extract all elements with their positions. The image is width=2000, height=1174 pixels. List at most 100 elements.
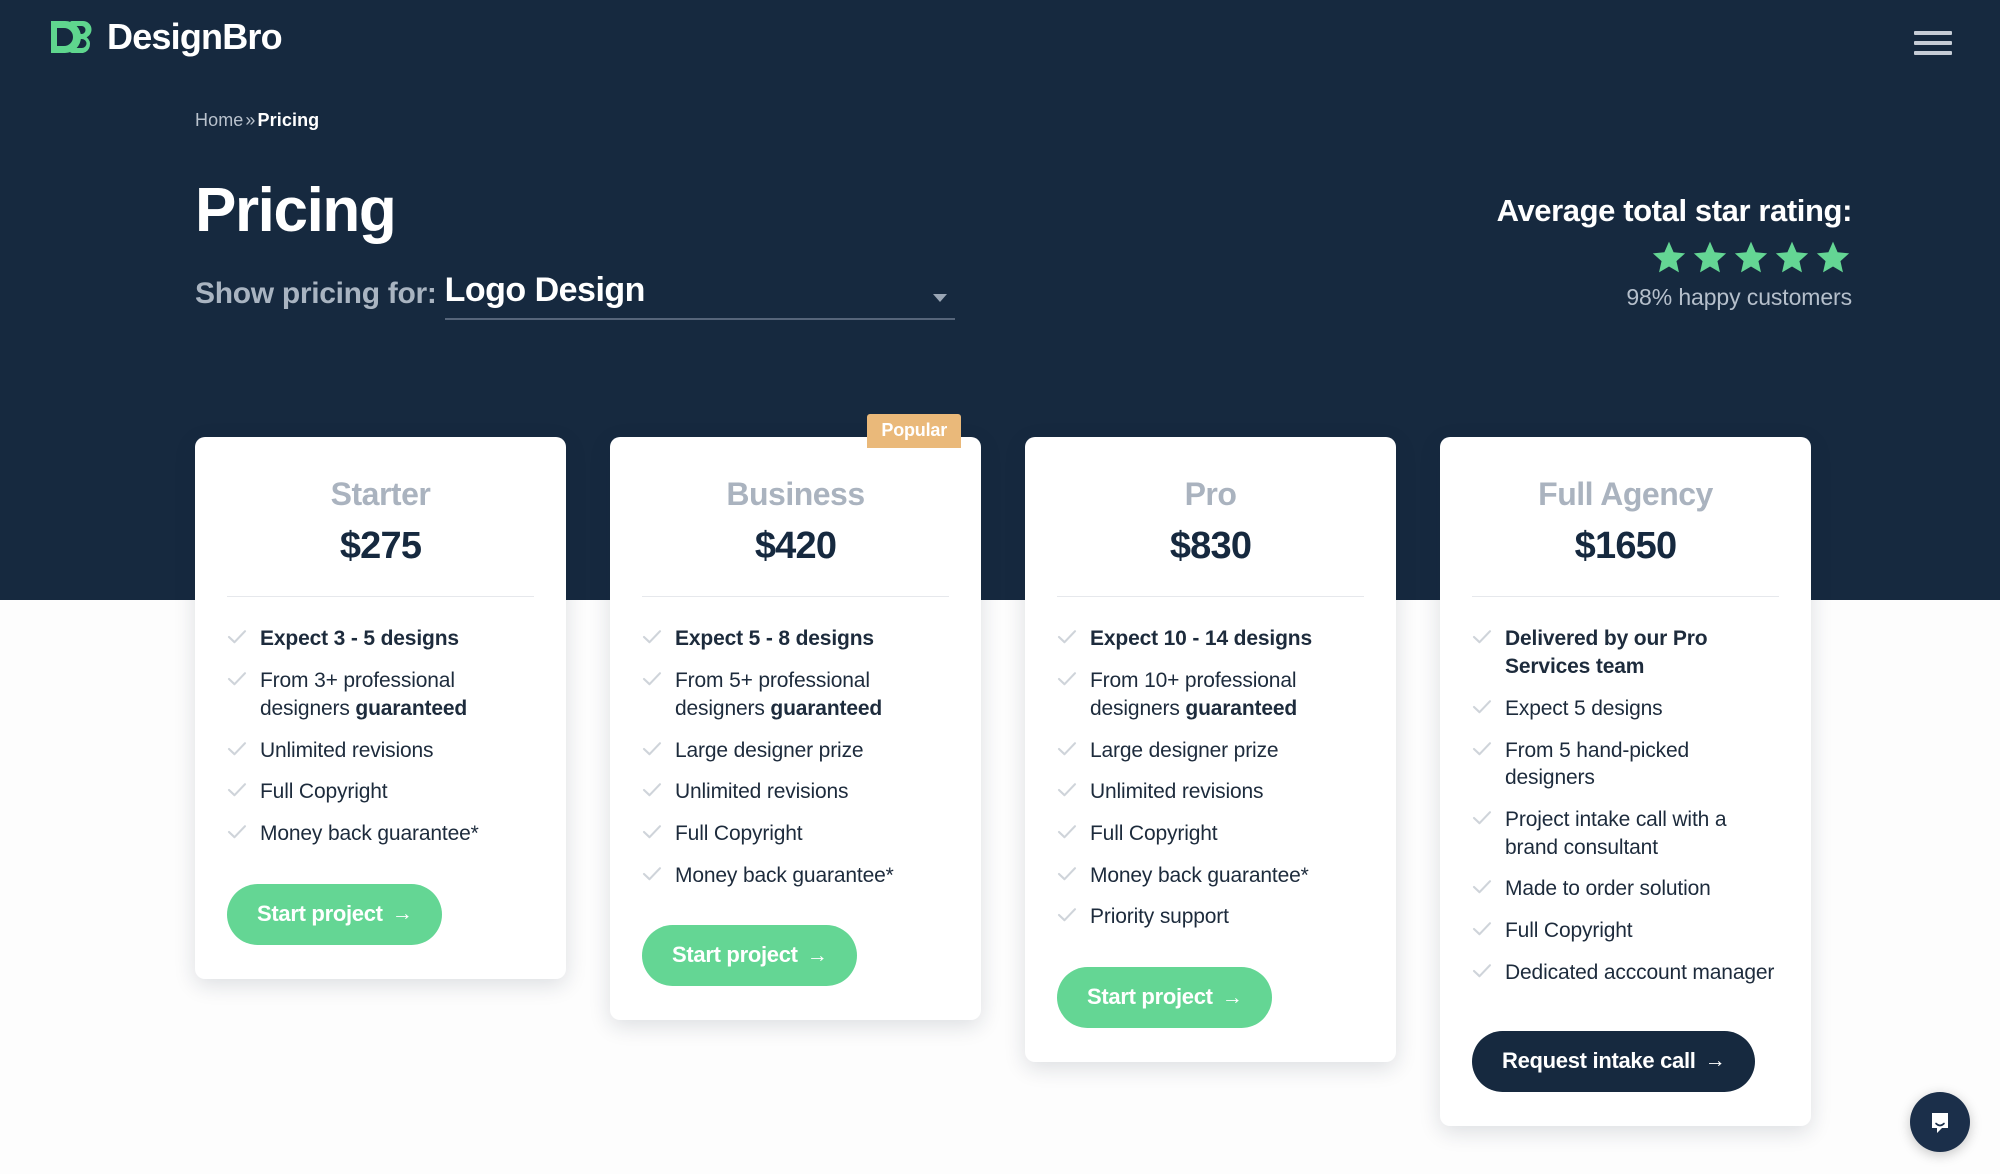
feature-list: Expect 5 - 8 designs From 5+ professional… <box>642 625 949 889</box>
feature-text: Large designer prize <box>1090 738 1279 762</box>
check-icon-wrap <box>1057 671 1077 692</box>
feature-list: Expect 10 - 14 designs From 10+ professio… <box>1057 625 1364 931</box>
feature-text: Dedicated acccount manager <box>1505 960 1775 984</box>
star-icon <box>1652 241 1686 273</box>
pricing-card: Pro $830 Expect 10 - 14 designs From 10+ pr… <box>1025 437 1396 1063</box>
feature-item: Large designer prize <box>642 737 949 765</box>
star-rating <box>1497 239 1852 274</box>
check-icon <box>1472 922 1492 936</box>
card-divider <box>1057 596 1364 598</box>
hero-left-column: Pricing Show pricing for: Logo Design <box>195 178 955 321</box>
feature-text: Expect 5 - 8 designs <box>675 627 874 651</box>
check-icon-wrap <box>1057 629 1077 650</box>
pricing-cards: Starter $275 Expect 3 - 5 designs From 3+ p… <box>195 414 1811 1126</box>
hamburger-menu-icon[interactable] <box>1914 28 1952 58</box>
feature-item: Unlimited revisions <box>1057 778 1364 806</box>
feature-item: Full Copyright <box>1057 820 1364 848</box>
check-icon <box>1472 811 1492 825</box>
check-icon-wrap <box>642 629 662 650</box>
check-icon-wrap <box>1472 629 1492 650</box>
feature-text: Unlimited revisions <box>260 738 434 762</box>
pricing-card: Starter $275 Expect 3 - 5 designs From 3+ p… <box>195 437 566 979</box>
feature-text: Expect 3 - 5 designs <box>260 627 459 651</box>
check-icon <box>1057 866 1077 880</box>
check-icon-wrap <box>227 629 247 650</box>
check-icon-wrap <box>642 782 662 803</box>
feature-item: Expect 10 - 14 designs <box>1057 625 1364 653</box>
plan-cta-button[interactable]: Start project → <box>642 925 858 987</box>
card-divider <box>227 596 534 598</box>
plan-cta-button[interactable]: Request intake call → <box>1472 1030 1756 1092</box>
card-divider <box>1472 596 1779 598</box>
check-icon-wrap <box>1472 699 1492 720</box>
pricing-service-selector: Show pricing for: Logo Design <box>195 271 955 321</box>
feature-item: Full Copyright <box>227 778 534 806</box>
check-icon <box>1472 741 1492 755</box>
plan-cta-button[interactable]: Start project → <box>1057 967 1273 1029</box>
rating-subtitle: 98% happy customers <box>1626 284 1852 310</box>
feature-item: From 10+ professional designers guarante… <box>1057 667 1364 722</box>
check-icon-wrap <box>642 866 662 887</box>
chat-launcher-button[interactable] <box>1910 1092 1970 1152</box>
plan-cta-button[interactable]: Start project → <box>227 883 443 945</box>
feature-item: From 5+ professional designers guarantee… <box>642 667 949 722</box>
check-icon-wrap <box>227 741 247 762</box>
pricing-card: Popular Business $420 Expect 5 - 8 designs F… <box>610 414 981 1021</box>
brand-logo[interactable]: DesignBro <box>48 17 283 57</box>
feature-text: Large designer prize <box>675 738 864 762</box>
arrow-right-icon: → <box>1704 1049 1726 1073</box>
feature-item: Delivered by our Pro Services team <box>1472 625 1779 680</box>
check-icon <box>1057 741 1077 755</box>
feature-text: From 10+ professional designers guarante… <box>1090 669 1298 720</box>
feature-text: Expect 10 - 14 designs <box>1090 627 1312 651</box>
check-icon <box>1057 908 1077 922</box>
feature-text: Money back guarantee* <box>1090 863 1309 887</box>
star-icon <box>1693 241 1727 273</box>
plan-price: $420 <box>754 525 837 568</box>
feature-item: Expect 5 designs <box>1472 695 1779 723</box>
plan-name: Full Agency <box>1538 476 1713 512</box>
check-icon <box>1472 880 1492 894</box>
check-icon-wrap <box>227 824 247 845</box>
breadcrumb-home-link[interactable]: Home <box>195 110 243 130</box>
feature-text: Unlimited revisions <box>1090 780 1264 804</box>
breadcrumb-current: Pricing <box>257 110 320 130</box>
check-icon-wrap <box>1472 921 1492 942</box>
feature-item: Made to order solution <box>1472 875 1779 903</box>
feature-item: Dedicated acccount manager <box>1472 959 1779 987</box>
check-icon-wrap <box>1057 782 1077 803</box>
plan-cta-label: Start project <box>1087 984 1213 1010</box>
plan-name: Pro <box>1184 476 1237 512</box>
feature-list: Delivered by our Pro Services team Expect… <box>1472 625 1779 986</box>
check-icon <box>1057 825 1077 839</box>
feature-text: Expect 5 designs <box>1505 696 1663 720</box>
service-dropdown-value: Logo Design <box>444 271 646 310</box>
plan-price: $830 <box>1169 525 1252 568</box>
feature-item: From 5 hand-picked designers <box>1472 737 1779 792</box>
feature-text: Money back guarantee* <box>260 821 479 845</box>
feature-text: Full Copyright <box>1090 821 1218 845</box>
star-icon <box>1734 241 1768 273</box>
check-icon-wrap <box>1057 824 1077 845</box>
card-divider <box>642 596 949 598</box>
check-icon <box>642 783 662 797</box>
chat-bubble-icon <box>1932 1113 1948 1133</box>
feature-text: Full Copyright <box>1505 919 1633 943</box>
check-icon-wrap <box>1057 866 1077 887</box>
plan-cta-label: Start project <box>672 942 798 968</box>
star-icon <box>1816 241 1850 273</box>
selector-label: Show pricing for: <box>195 277 437 311</box>
plan-price: $1650 <box>1574 525 1677 568</box>
check-icon-wrap <box>642 824 662 845</box>
check-icon-wrap <box>1057 741 1077 762</box>
feature-text: Unlimited revisions <box>675 780 849 804</box>
feature-list: Expect 3 - 5 designs From 3+ professional… <box>227 625 534 847</box>
feature-text: Priority support <box>1090 905 1229 929</box>
feature-item: Money back guarantee* <box>1057 862 1364 890</box>
feature-item: Unlimited revisions <box>227 737 534 765</box>
check-icon-wrap <box>642 671 662 692</box>
check-icon <box>1472 699 1492 714</box>
check-icon-wrap <box>642 741 662 762</box>
service-dropdown[interactable]: Logo Design <box>444 271 955 321</box>
feature-text: Made to order solution <box>1505 877 1711 901</box>
